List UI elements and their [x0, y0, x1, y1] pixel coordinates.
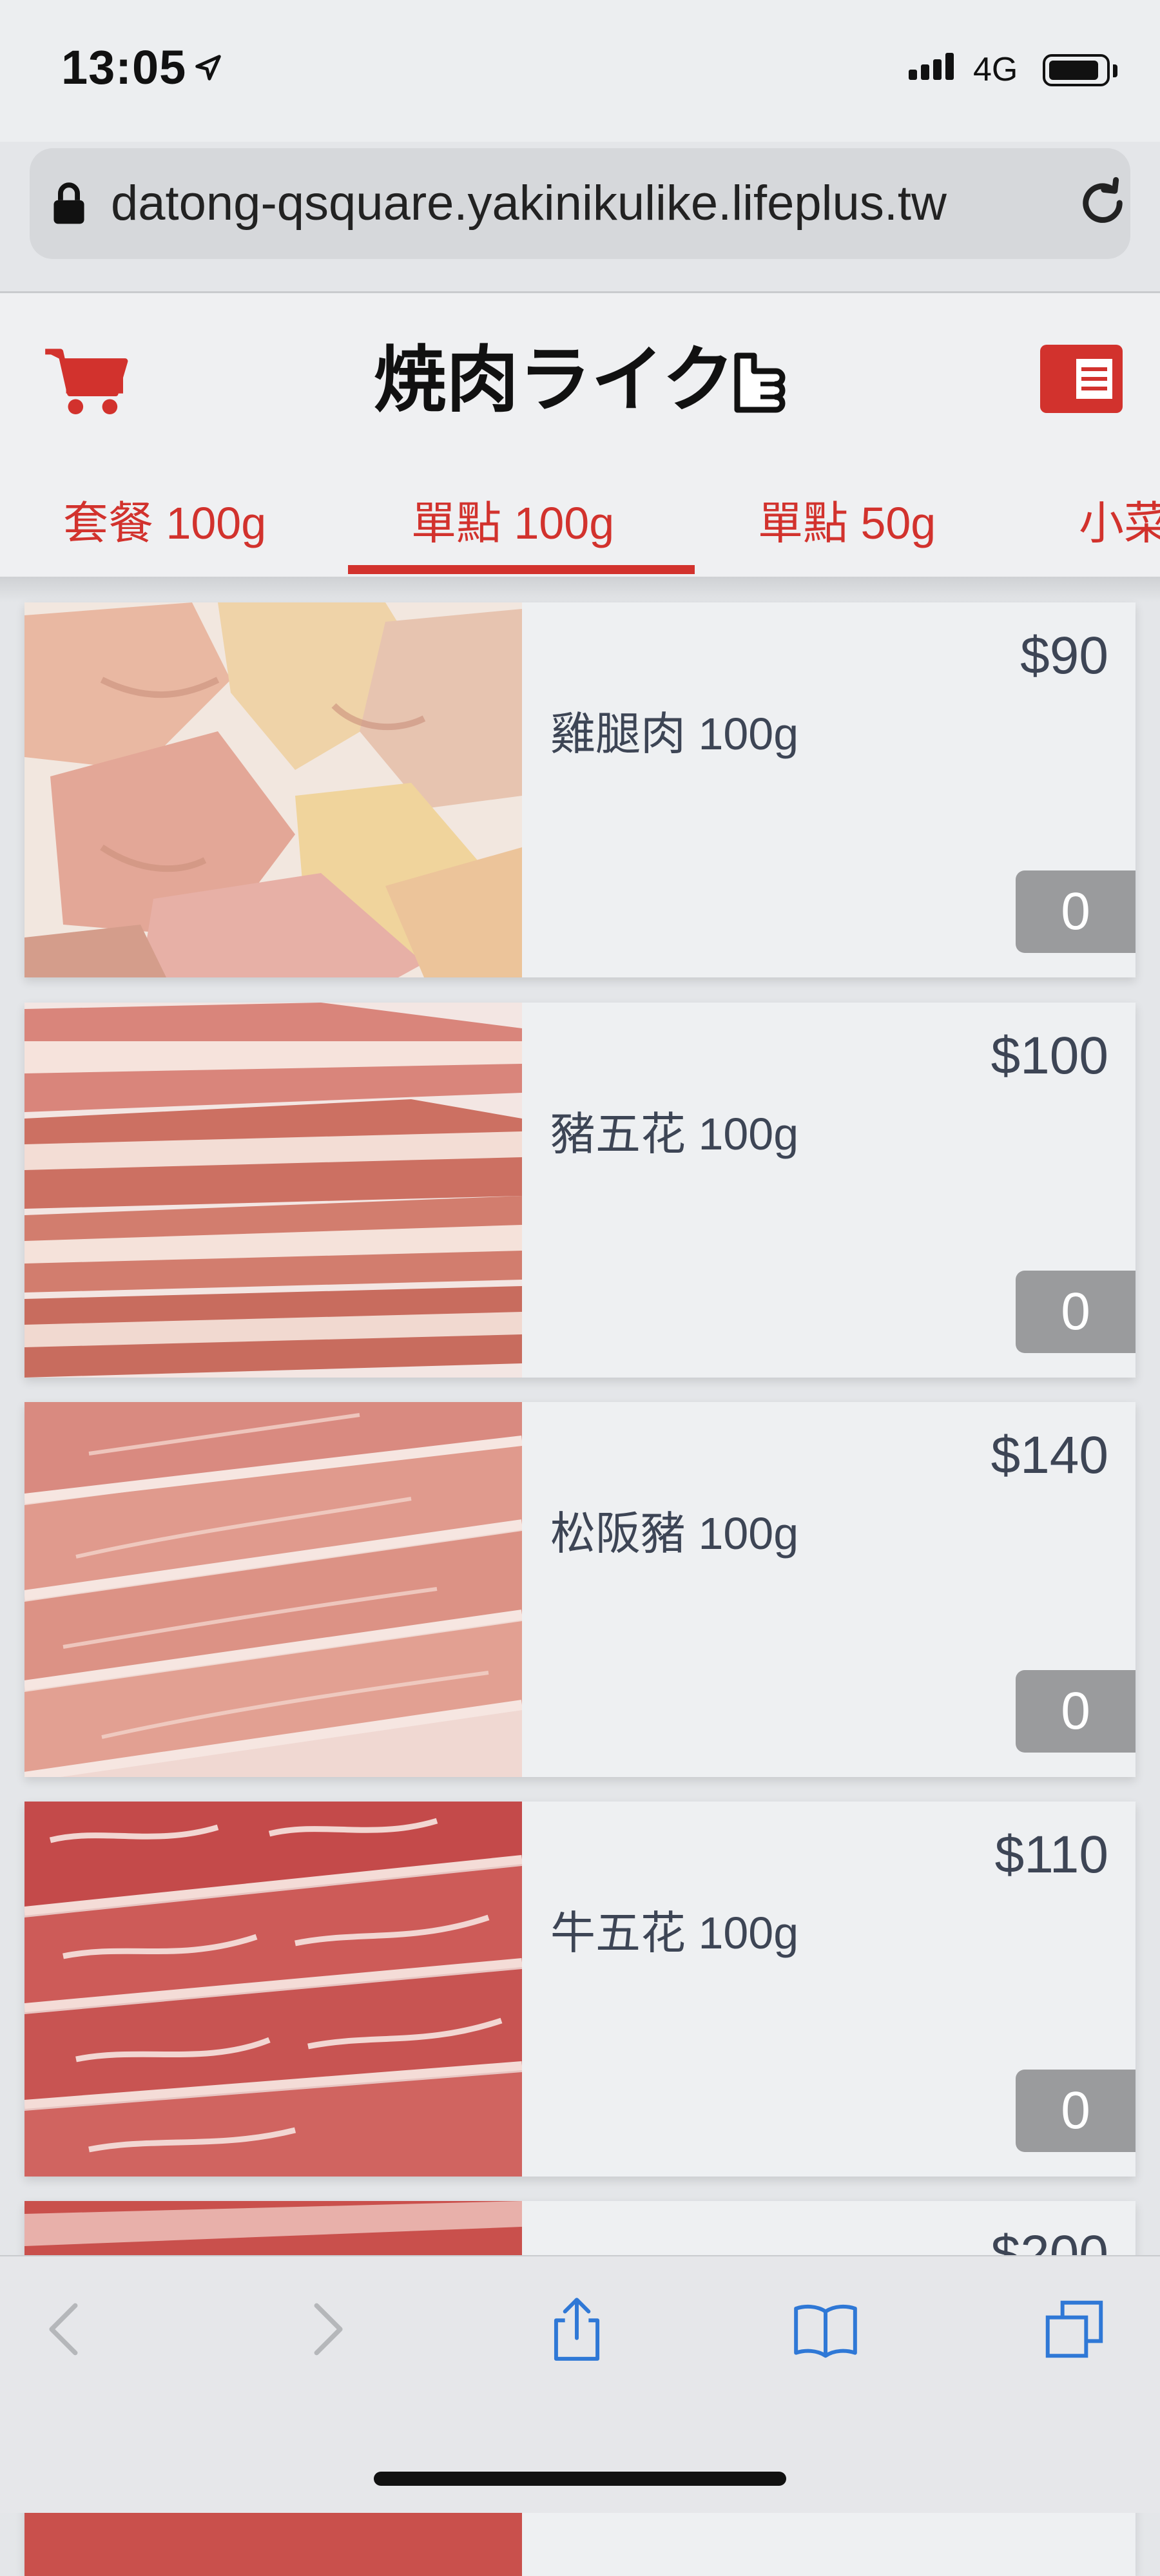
forward-icon[interactable]	[290, 2294, 361, 2365]
back-icon[interactable]	[31, 2294, 102, 2365]
share-icon[interactable]	[541, 2294, 612, 2365]
network-type: 4G	[973, 51, 1018, 88]
battery-icon	[1043, 54, 1110, 86]
tab-single-50g[interactable]: 單點 50g	[758, 487, 936, 552]
signal-icon	[909, 53, 958, 80]
item-price: $100	[991, 1026, 1108, 1085]
tabs-shadow	[0, 577, 1160, 602]
logo: 焼肉ライク	[374, 338, 786, 419]
url-fade	[995, 148, 1053, 259]
tab-single-100g[interactable]: 單點 100g	[411, 487, 614, 552]
menu-item-card[interactable]: $100 豬五花 100g 0	[24, 1003, 1136, 1378]
quantity-badge[interactable]: 0	[1016, 870, 1136, 953]
home-indicator	[374, 2472, 786, 2486]
svg-text:焼肉ライク: 焼肉ライク	[374, 338, 735, 419]
tab-side-dishes[interactable]: 小菜	[1079, 487, 1160, 552]
quantity-badge[interactable]: 0	[1016, 1670, 1136, 1753]
bookmarks-icon[interactable]	[790, 2294, 861, 2365]
location-arrow-icon	[195, 55, 221, 81]
thumbs-up-icon	[734, 352, 786, 413]
item-price: $110	[994, 1825, 1108, 1884]
menu-item-card[interactable]: $110 牛五花 100g 0	[24, 1802, 1136, 2177]
quantity-badge[interactable]: 0	[1016, 2070, 1136, 2152]
beef-belly-photo	[24, 1802, 522, 2177]
menu-item-card[interactable]: $140 松阪豬 100g 0	[24, 1402, 1136, 1777]
battery-cap	[1113, 64, 1117, 77]
item-price: $140	[991, 1426, 1108, 1485]
menu-icon[interactable]	[1040, 345, 1123, 413]
reload-icon[interactable]	[1074, 174, 1130, 232]
quantity-badge[interactable]: 0	[1016, 1271, 1136, 1353]
tabs-icon[interactable]	[1039, 2294, 1110, 2365]
pork-jowl-photo	[24, 1402, 522, 1777]
chicken-thigh-photo	[24, 602, 522, 977]
menu-item-card[interactable]: $90 雞腿肉 100g 0	[24, 602, 1136, 977]
cart-icon[interactable]	[43, 344, 131, 416]
item-name: 雞腿肉 100g	[550, 709, 799, 759]
item-name: 松阪豬 100g	[550, 1508, 799, 1559]
pork-belly-photo	[24, 1003, 522, 1378]
item-name: 牛五花 100g	[550, 1908, 799, 1958]
url-text[interactable]: datong-qsquare.yakinikulike.lifeplus.tw	[111, 175, 1032, 231]
address-bar[interactable]: datong-qsquare.yakinikulike.lifeplus.tw	[30, 148, 1130, 259]
lock-icon	[53, 182, 84, 224]
status-time: 13:05	[61, 41, 187, 94]
active-tab-indicator	[348, 565, 695, 574]
tab-set-100g[interactable]: 套餐 100g	[63, 487, 266, 552]
item-price: $90	[1020, 626, 1108, 685]
item-name: 豬五花 100g	[550, 1109, 799, 1159]
